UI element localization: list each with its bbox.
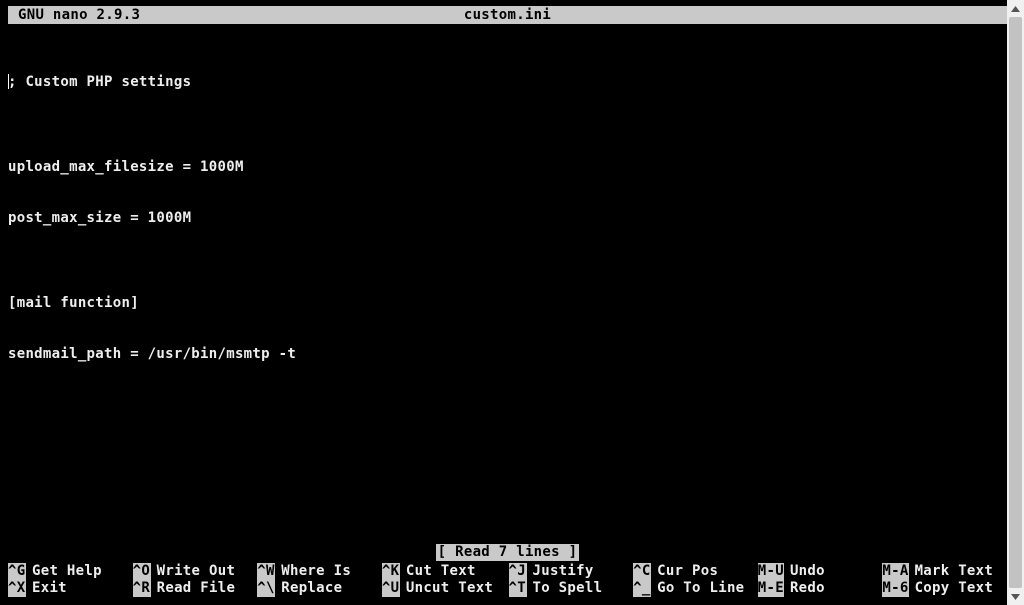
shortcut-label: Uncut Text — [400, 580, 493, 597]
shortcut-label: Replace — [275, 580, 342, 597]
shortcut-mark-text[interactable]: M-AMark Text — [882, 563, 1007, 580]
editor-pane[interactable]: ; Custom PHP settings upload_max_filesiz… — [8, 40, 1007, 537]
editor-line: upload_max_filesize = 1000M — [8, 159, 1007, 176]
editor-text: ; Custom PHP settings — [8, 74, 191, 90]
shortcut-undo[interactable]: M-UUndo — [758, 563, 883, 580]
editor-text: upload_max_filesize = 1000M — [8, 159, 244, 175]
shortcut-label: Mark Text — [909, 563, 994, 580]
shortcut-to-spell[interactable]: ^TTo Spell — [509, 580, 634, 597]
shortcut-key: M-U — [758, 563, 784, 580]
shortcut-write-out[interactable]: ^OWrite Out — [133, 563, 258, 580]
shortcut-label: Redo — [784, 580, 825, 597]
editor-line: [mail function] — [8, 295, 1007, 312]
shortcut-key: ^J — [509, 563, 527, 580]
shortcut-label: To Spell — [527, 580, 603, 597]
shortcut-cur-pos[interactable]: ^CCur Pos — [633, 563, 758, 580]
shortcut-label: Cut Text — [400, 563, 476, 580]
shortcut-label: Cur Pos — [651, 563, 718, 580]
shortcut-key: ^X — [8, 580, 26, 597]
scroll-up-button[interactable] — [1007, 0, 1024, 17]
scroll-thumb[interactable] — [1009, 17, 1022, 588]
shortcut-label: Get Help — [26, 563, 102, 580]
app-title: GNU nano 2.9.3 — [10, 7, 140, 24]
shortcut-copy-text[interactable]: M-6Copy Text — [882, 580, 1007, 597]
shortcut-uncut-text[interactable]: ^UUncut Text — [382, 580, 509, 597]
editor-text: sendmail_path = /usr/bin/msmtp -t — [8, 346, 296, 362]
editor-line: post_max_size = 1000M — [8, 210, 1007, 227]
shortcut-label: Go To Line — [651, 580, 744, 597]
shortcut-key: M-A — [882, 563, 908, 580]
status-message: [ Read 7 lines ] — [436, 544, 580, 561]
shortcut-replace[interactable]: ^\Replace — [257, 580, 382, 597]
shortcut-go-to-line[interactable]: ^_Go To Line — [633, 580, 758, 597]
shortcut-get-help[interactable]: ^GGet Help — [8, 563, 133, 580]
editor-line: sendmail_path = /usr/bin/msmtp -t — [8, 346, 1007, 363]
shortcut-redo[interactable]: M-ERedo — [758, 580, 883, 597]
shortcut-key: ^G — [8, 563, 26, 580]
shortcut-row: ^GGet Help ^OWrite Out ^WWhere Is ^KCut … — [8, 563, 1007, 580]
shortcut-label: Copy Text — [909, 580, 994, 597]
shortcut-bar: ^GGet Help ^OWrite Out ^WWhere Is ^KCut … — [8, 563, 1007, 597]
shortcut-label: Justify — [527, 563, 594, 580]
filename: custom.ini — [464, 7, 551, 24]
shortcut-exit[interactable]: ^XExit — [8, 580, 133, 597]
shortcut-key: ^W — [257, 563, 275, 580]
title-bar: GNU nano 2.9.3 custom.ini — [8, 6, 1007, 24]
shortcut-key: ^U — [382, 580, 400, 597]
shortcut-row: ^XExit ^RRead File ^\Replace ^UUncut Tex… — [8, 580, 1007, 597]
shortcut-justify[interactable]: ^JJustify — [509, 563, 634, 580]
shortcut-key: M-6 — [882, 580, 908, 597]
shortcut-read-file[interactable]: ^RRead File — [133, 580, 258, 597]
shortcut-label: Write Out — [151, 563, 236, 580]
shortcut-key: M-E — [758, 580, 784, 597]
editor-line: ; Custom PHP settings — [8, 74, 1007, 91]
shortcut-key: ^O — [133, 563, 151, 580]
chevron-down-icon — [1011, 594, 1020, 600]
scroll-down-button[interactable] — [1007, 588, 1024, 605]
shortcut-label: Read File — [151, 580, 236, 597]
shortcut-where-is[interactable]: ^WWhere Is — [257, 563, 382, 580]
shortcut-cut-text[interactable]: ^KCut Text — [382, 563, 509, 580]
shortcut-key: ^C — [633, 563, 651, 580]
editor-text: post_max_size = 1000M — [8, 210, 191, 226]
editor-text: [mail function] — [8, 295, 139, 311]
status-bar: [ Read 7 lines ] — [8, 543, 1007, 561]
scrollbar[interactable] — [1007, 0, 1024, 605]
shortcut-key: ^\ — [257, 580, 275, 597]
shortcut-label: Where Is — [275, 563, 351, 580]
scroll-track[interactable] — [1007, 17, 1024, 588]
shortcut-key: ^_ — [633, 580, 651, 597]
shortcut-key: ^R — [133, 580, 151, 597]
chevron-up-icon — [1011, 6, 1020, 12]
shortcut-label: Undo — [784, 563, 825, 580]
shortcut-key: ^T — [509, 580, 527, 597]
shortcut-key: ^K — [382, 563, 400, 580]
shortcut-label: Exit — [26, 580, 67, 597]
